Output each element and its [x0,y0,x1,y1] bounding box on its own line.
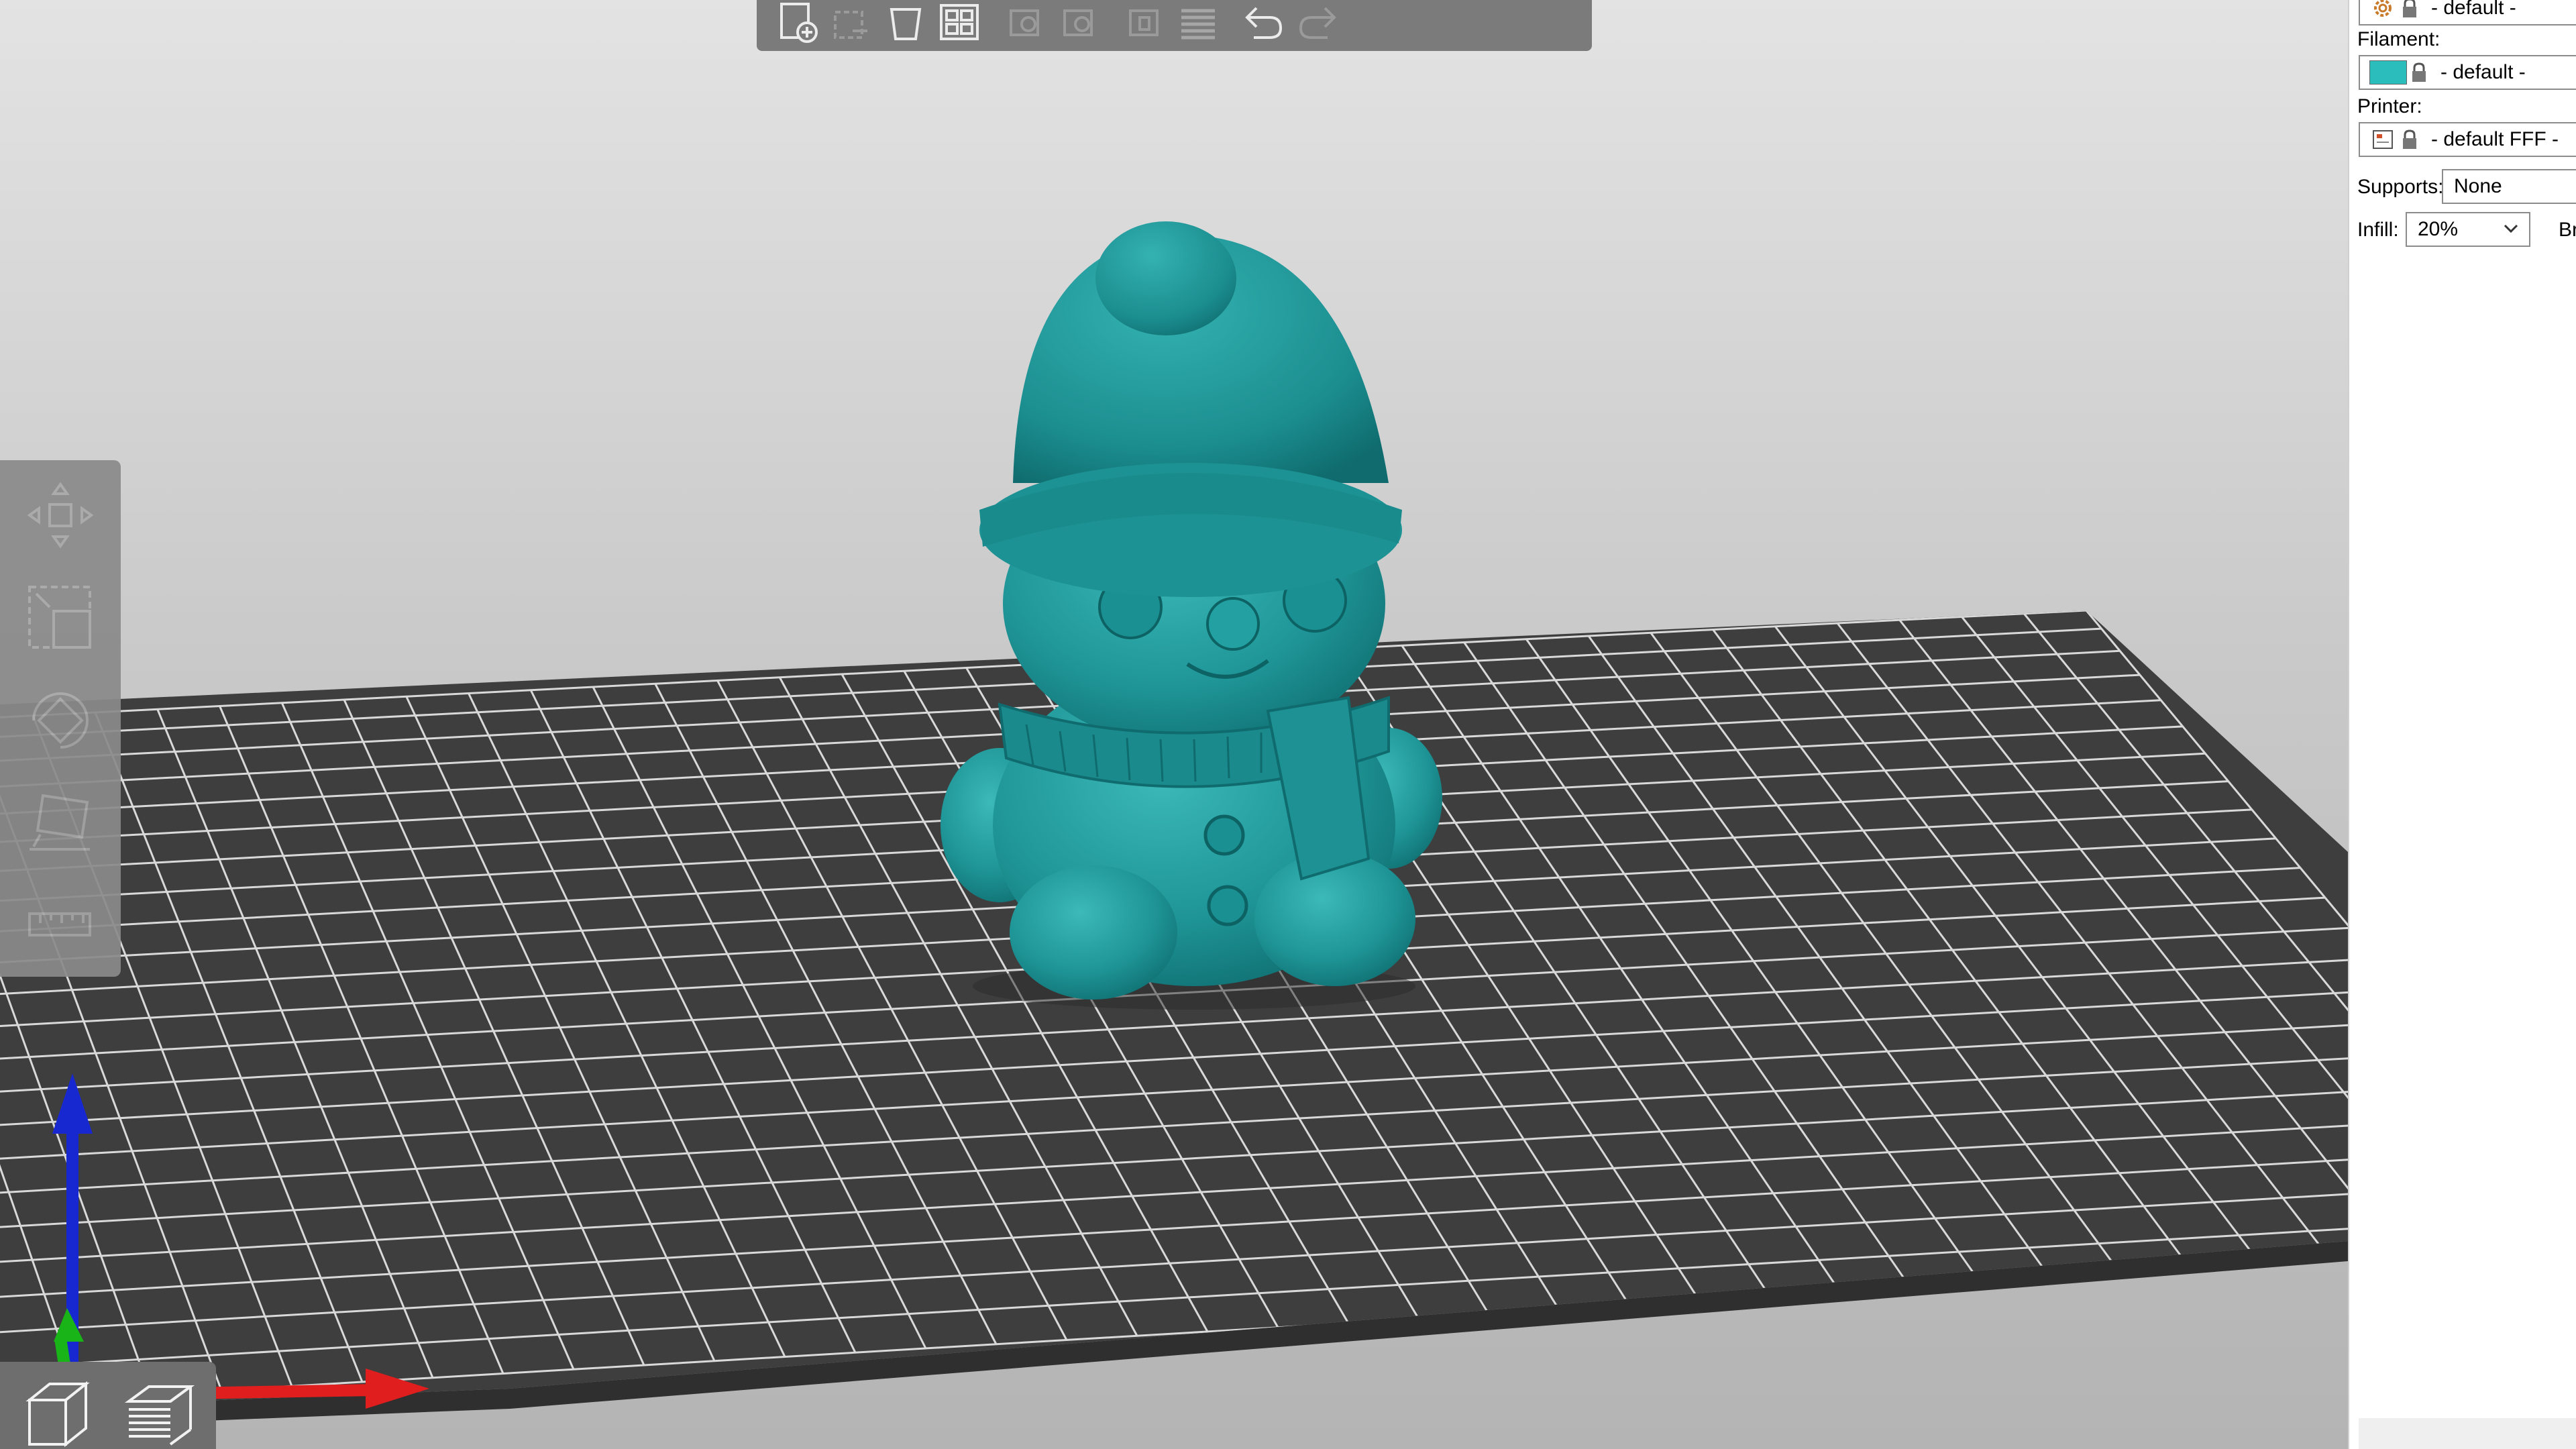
infill-value: 20% [2418,218,2459,240]
lock-icon [2407,59,2431,86]
infill-label: Infill: [2357,219,2399,241]
printer-icon [2368,126,2398,153]
3d-viewport[interactable] [0,0,2348,1449]
left-toolbar [0,460,121,977]
move-icon[interactable] [13,468,107,562]
gear-icon [2368,0,2398,21]
supports-value: None [2454,175,2502,197]
scene[interactable] [0,0,2348,1449]
arrange-icon[interactable] [932,0,986,46]
supports-select[interactable]: None [2442,169,2576,204]
printer-label: Printer: [2357,95,2422,117]
preview-icon[interactable] [113,1371,207,1449]
place-on-face-icon[interactable] [13,775,107,869]
chevron-down-icon [2501,219,2521,244]
filament-color-swatch [2369,60,2407,85]
rotate-icon[interactable] [13,674,107,767]
scale-icon[interactable] [13,571,107,665]
undo-icon[interactable] [1237,0,1291,46]
filament-combo[interactable]: - default - [2359,55,2576,90]
redo-icon[interactable] [1291,0,1344,46]
paste-icon[interactable] [1052,0,1106,46]
printer-combo[interactable]: - default FFF - [2359,122,2576,157]
layers-icon[interactable] [1171,0,1225,46]
lock-icon [2398,126,2422,153]
settings-sidebar: - default - Filament: - default - Printe… [2348,0,2576,1449]
infill-select[interactable]: 20% [2406,212,2530,247]
lock-icon [2398,0,2422,21]
delete-all-icon[interactable] [879,0,932,46]
print-settings-value: - default - [2431,0,2516,19]
print-settings-combo[interactable]: - default - [2359,0,2576,25]
brim-label: Br [2559,219,2576,241]
copy-icon[interactable] [998,0,1052,46]
supports-label: Supports: [2357,176,2444,198]
snowman-model[interactable] [941,221,1442,1010]
3d-view-icon[interactable] [9,1371,103,1449]
measure-icon[interactable] [13,877,107,971]
delete-icon[interactable] [825,0,879,46]
printer-value: - default FFF - [2431,128,2559,150]
filament-label: Filament: [2357,28,2440,50]
instances-icon[interactable] [1118,0,1171,46]
view-switch [0,1362,216,1449]
sidebar-bottom-panel [2359,1418,2576,1449]
add-icon[interactable] [771,0,825,46]
filament-value: - default - [2440,61,2526,83]
top-toolbar [757,0,1592,51]
